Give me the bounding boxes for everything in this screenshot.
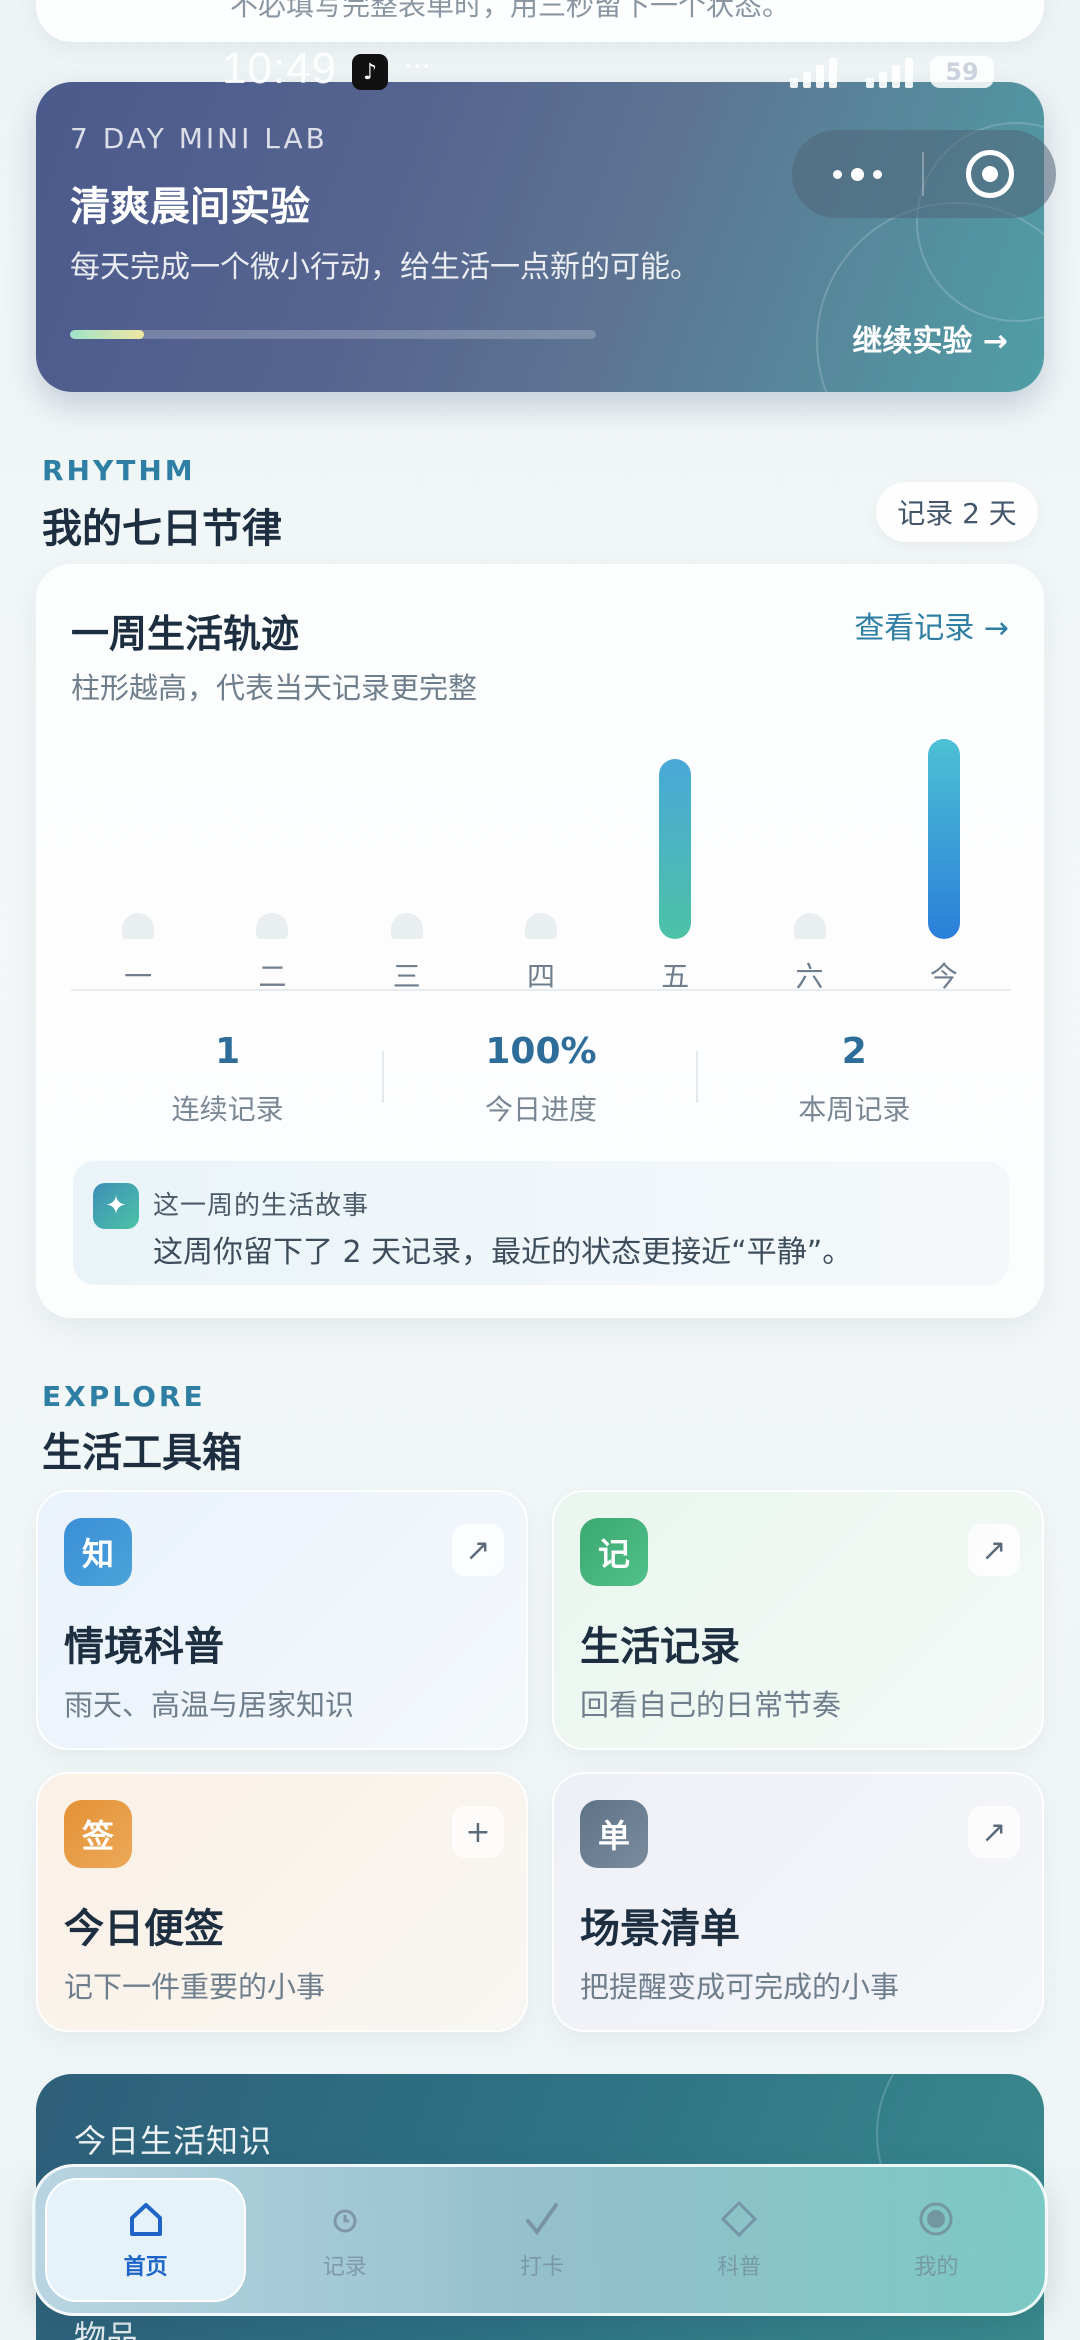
explore-kicker: EXPLORE: [42, 1380, 206, 1413]
target-icon: [966, 150, 1014, 198]
tab-label: 首页: [123, 2255, 168, 2280]
check-icon: [522, 2199, 562, 2239]
tab-label: 打卡: [520, 2255, 565, 2280]
diamond-icon: [719, 2199, 759, 2239]
chart-bar: [659, 759, 692, 939]
notes-badge-icon: 签: [64, 1800, 132, 1868]
checklist-badge-icon: 单: [580, 1800, 648, 1868]
story-text: 这周你留下了 2 天记录，最近的状态更接近“平静”。: [153, 1235, 853, 1270]
records-badge-icon: 记: [580, 1518, 648, 1586]
knowledge-text: 物品。: [74, 2318, 171, 2340]
tab-science[interactable]: 科普: [641, 2178, 838, 2302]
chart-day-slot: 五: [608, 725, 742, 995]
chart-day-slot: 三: [340, 725, 474, 995]
clock-icon: [325, 2199, 365, 2239]
continue-lab-button[interactable]: 继续实验 →: [852, 316, 1008, 360]
science-badge-icon: 知: [64, 1518, 132, 1586]
tool-card-checklist[interactable]: 单 ↗ 场景清单 把提醒变成可完成的小事: [552, 1772, 1044, 2032]
stats-row: 1 连续记录 100% 今日进度 2 本周记录: [71, 1031, 1011, 1131]
profile-icon: [916, 2199, 956, 2239]
previous-card-text: 不必填写完整表单时，用三秒留下一个状态。: [230, 0, 791, 22]
chart-day-slot: 六: [742, 725, 876, 995]
lab-progress-fill: [70, 330, 144, 339]
weekly-bar-chart: 一二三四五六今: [71, 725, 1011, 995]
lab-title: 清爽晨间实验: [70, 184, 310, 230]
bottom-tab-bar: 首页 记录 打卡 科普 我的: [32, 2164, 1048, 2316]
stat-streak: 1 连续记录: [71, 1031, 385, 1131]
tool-subtitle: 回看自己的日常节奏: [580, 1688, 842, 1722]
rhythm-title: 我的七日节律: [42, 506, 282, 552]
chart-day-slot: 一: [71, 725, 205, 995]
chart-bar: [256, 913, 289, 939]
story-title: 这一周的生活故事: [153, 1191, 370, 1221]
status-more-icon: ···: [404, 50, 431, 83]
tab-checkin[interactable]: 打卡: [443, 2178, 640, 2302]
chart-bar: [390, 913, 423, 939]
lab-kicker: 7 DAY MINI LAB: [70, 122, 328, 155]
more-options-button[interactable]: [792, 130, 922, 218]
arrow-up-right-icon: ↗: [452, 1524, 504, 1576]
tab-label: 我的: [914, 2255, 959, 2280]
miniprogram-capsule: [792, 130, 1056, 218]
chart-bar: [927, 739, 960, 939]
tab-label: 记录: [322, 2255, 367, 2280]
explore-title: 生活工具箱: [42, 1430, 242, 1476]
tool-card-science[interactable]: 知 ↗ 情境科普 雨天、高温与居家知识: [36, 1490, 528, 1750]
mini-lab-card[interactable]: 7 DAY MINI LAB 清爽晨间实验 每天完成一个微小行动，给生活一点新的…: [36, 82, 1044, 392]
tab-profile[interactable]: 我的: [838, 2178, 1035, 2302]
chart-baseline: [71, 989, 1011, 991]
chart-bar: [122, 913, 155, 939]
plus-icon: +: [452, 1806, 504, 1858]
home-icon: [126, 2199, 166, 2239]
stat-value: 2: [841, 1031, 867, 1072]
stat-label: 今日进度: [484, 1093, 597, 1126]
tab-home[interactable]: 首页: [45, 2178, 247, 2302]
weekly-trajectory-card: 一周生活轨迹 查看记录 → 柱形越高，代表当天记录更完整 一二三四五六今 1 连…: [36, 564, 1044, 1318]
arrow-up-right-icon: ↗: [968, 1524, 1020, 1576]
arrow-up-right-icon: ↗: [968, 1806, 1020, 1858]
tool-card-records[interactable]: 记 ↗ 生活记录 回看自己的日常节奏: [552, 1490, 1044, 1750]
record-days-badge: 记录 2 天: [876, 482, 1038, 542]
tool-card-notes[interactable]: 签 + 今日便签 记下一件重要的小事: [36, 1772, 528, 2032]
sparkle-icon: ✦: [93, 1183, 139, 1229]
tiktok-app-icon: ♪: [352, 54, 388, 90]
chart-day-slot: 今: [877, 725, 1011, 995]
rhythm-kicker: RHYTHM: [42, 454, 196, 487]
chart-day-slot: 二: [205, 725, 339, 995]
chart-bar: [793, 913, 826, 939]
signal-5g-icon: [790, 56, 846, 88]
tool-title: 生活记录: [580, 1624, 740, 1670]
stat-label: 本周记录: [798, 1093, 911, 1126]
lab-description: 每天完成一个微小行动，给生活一点新的可能。: [70, 250, 700, 285]
tool-title: 今日便签: [64, 1906, 224, 1952]
stat-label: 连续记录: [171, 1093, 284, 1126]
close-miniprogram-button[interactable]: [924, 150, 1056, 198]
tool-subtitle: 雨天、高温与居家知识: [64, 1688, 355, 1722]
lab-progress-bar: [70, 330, 596, 339]
signal-4g-icon: [866, 56, 922, 88]
tab-label: 科普: [717, 2255, 762, 2280]
tool-title: 情境科普: [64, 1624, 224, 1670]
stat-week-records: 2 本周记录: [698, 1031, 1011, 1131]
week-card-subtitle: 柱形越高，代表当天记录更完整: [71, 671, 478, 705]
stat-value: 100%: [485, 1031, 597, 1072]
knowledge-title: 今日生活知识: [74, 2122, 273, 2160]
stat-value: 1: [215, 1031, 241, 1072]
stat-today-progress: 100% 今日进度: [384, 1031, 698, 1131]
chart-day-slot: 四: [474, 725, 608, 995]
tool-subtitle: 把提醒变成可完成的小事: [580, 1970, 900, 2004]
view-records-link[interactable]: 查看记录 →: [854, 603, 1009, 647]
status-time: 10:49: [222, 44, 338, 93]
week-card-title: 一周生活轨迹: [71, 612, 300, 656]
tab-records[interactable]: 记录: [246, 2178, 443, 2302]
chart-bar: [524, 913, 557, 939]
tool-title: 场景清单: [580, 1906, 740, 1952]
battery-icon: 59: [930, 56, 994, 88]
tool-subtitle: 记下一件重要的小事: [64, 1970, 326, 2004]
weekly-story: ✦ 这一周的生活故事 这周你留下了 2 天记录，最近的状态更接近“平静”。: [73, 1161, 1009, 1285]
